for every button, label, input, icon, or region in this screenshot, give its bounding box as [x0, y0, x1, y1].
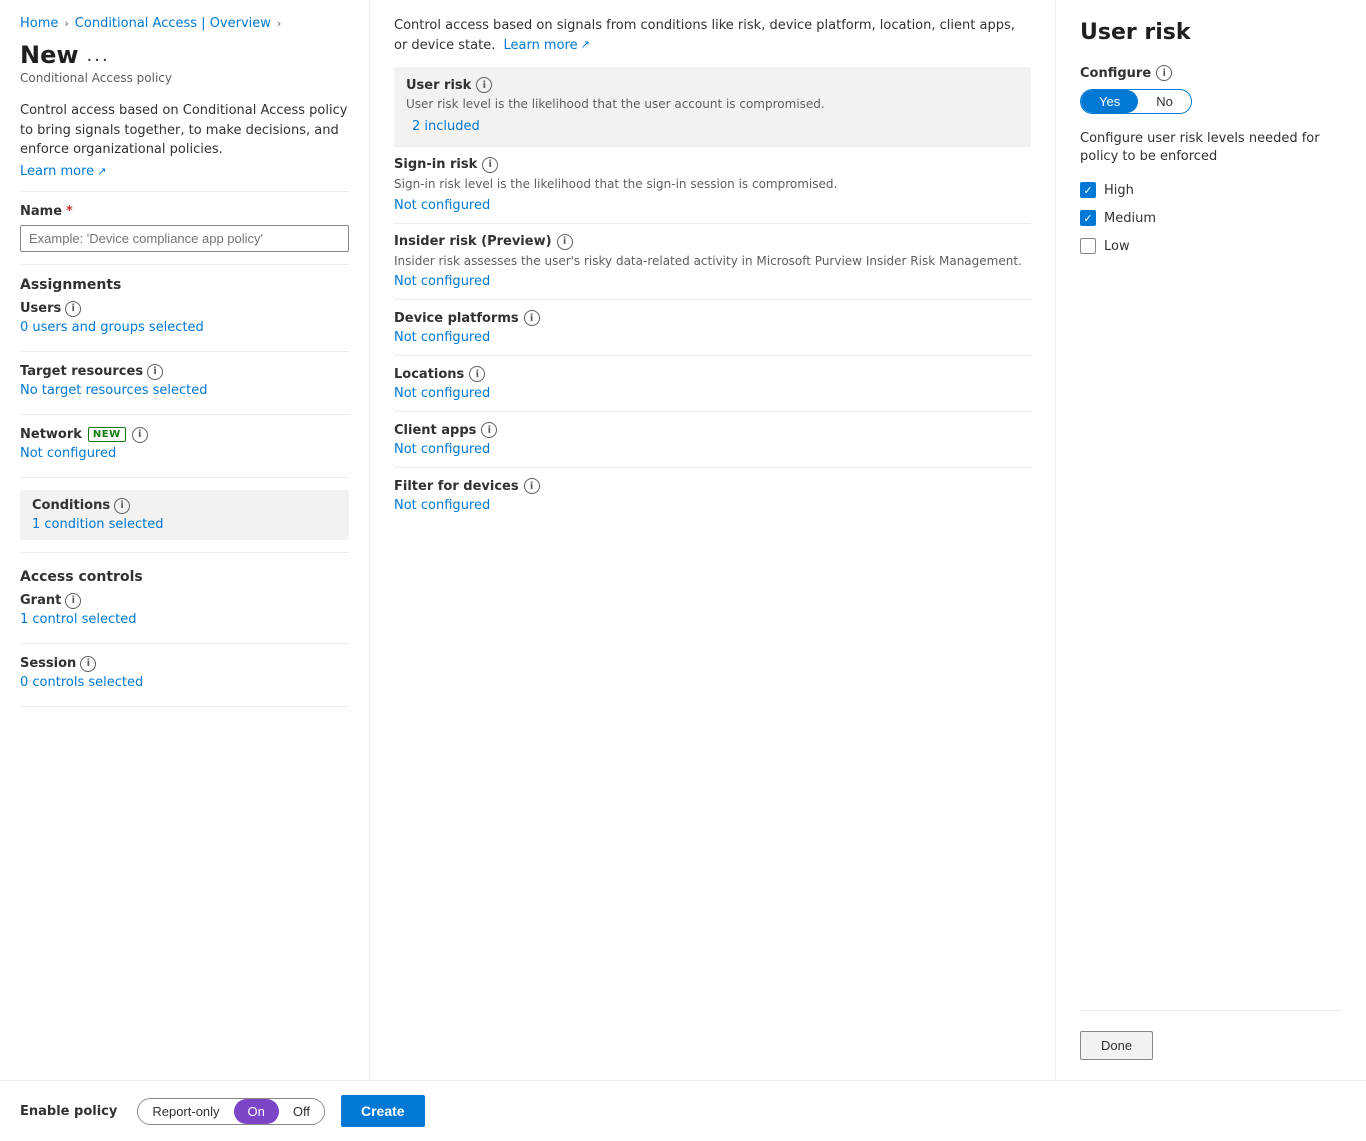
insider-risk-info-icon[interactable]: i [557, 234, 573, 250]
checkbox-low-label: Low [1104, 239, 1130, 254]
bottom-bar: Enable policy Report-only On Off Create [0, 1080, 1366, 1141]
on-button[interactable]: On [234, 1099, 279, 1124]
right-title: User risk [1080, 20, 1342, 45]
conditions-value[interactable]: 1 condition selected [32, 517, 164, 532]
assignments-heading: Assignments [20, 277, 349, 293]
checkbox-low[interactable]: Low [1080, 238, 1342, 254]
conditions-list: User risk i User risk level is the likel… [394, 67, 1031, 523]
left-description: Control access based on Conditional Acce… [20, 101, 349, 160]
breadcrumb-home[interactable]: Home [20, 16, 58, 31]
filter-devices-value[interactable]: Not configured [394, 498, 490, 513]
external-link-icon: ↗ [97, 165, 106, 178]
user-risk-desc: User risk level is the likelihood that t… [406, 96, 1019, 113]
condition-device-platforms[interactable]: Device platforms i Not configured [394, 300, 1031, 356]
client-apps-value[interactable]: Not configured [394, 442, 490, 457]
locations-value[interactable]: Not configured [394, 386, 490, 401]
page-subtitle: Conditional Access policy [20, 71, 349, 85]
right-panel: User risk Configure i Yes No Configure u… [1056, 0, 1366, 1080]
user-risk-value[interactable]: 2 included [406, 117, 486, 136]
target-resources-assignment: Target resources i No target resources s… [20, 364, 349, 398]
right-done-area: Done [1080, 1010, 1342, 1060]
condition-insider-risk[interactable]: Insider risk (Preview) i Insider risk as… [394, 224, 1031, 301]
left-learn-more[interactable]: Learn more ↗ [20, 164, 349, 179]
checkbox-high[interactable]: High [1080, 182, 1342, 198]
conditions-box[interactable]: Conditions i 1 condition selected [20, 490, 349, 540]
required-star: * [66, 204, 73, 219]
checkbox-high-label: High [1104, 183, 1134, 198]
users-info-icon[interactable]: i [65, 301, 81, 317]
session-value[interactable]: 0 controls selected [20, 675, 143, 690]
session-info-icon[interactable]: i [80, 656, 96, 672]
breadcrumb-sep2: › [277, 17, 281, 30]
breadcrumb-overview[interactable]: Conditional Access | Overview [75, 16, 271, 31]
checkbox-medium[interactable]: Medium [1080, 210, 1342, 226]
client-apps-info-icon[interactable]: i [481, 422, 497, 438]
session-assignment: Session i 0 controls selected [20, 656, 349, 690]
condition-locations[interactable]: Locations i Not configured [394, 356, 1031, 412]
configure-toggle-group: Yes No [1080, 89, 1192, 114]
insider-risk-desc: Insider risk assesses the user's risky d… [394, 253, 1031, 270]
configure-label: Configure i [1080, 65, 1342, 81]
condition-sign-in-risk[interactable]: Sign-in risk i Sign-in risk level is the… [394, 147, 1031, 224]
checkbox-high-box[interactable] [1080, 182, 1096, 198]
name-field-label: Name * [20, 204, 349, 219]
page-title: New [20, 41, 79, 69]
device-platforms-value[interactable]: Not configured [394, 330, 490, 345]
users-assignment: Users i 0 users and groups selected [20, 301, 349, 335]
configure-info-icon[interactable]: i [1156, 65, 1172, 81]
checkbox-medium-label: Medium [1104, 211, 1156, 226]
enable-policy-label: Enable policy [20, 1104, 117, 1119]
risk-level-checkboxes: High Medium Low [1080, 182, 1342, 266]
policy-toggle-group: Report-only On Off [137, 1098, 325, 1125]
create-button[interactable]: Create [341, 1095, 425, 1127]
grant-assignment: Grant i 1 control selected [20, 593, 349, 627]
condition-user-risk[interactable]: User risk i User risk level is the likel… [394, 67, 1031, 147]
configure-no-button[interactable]: No [1138, 90, 1191, 113]
report-only-button[interactable]: Report-only [138, 1099, 233, 1124]
configure-description: Configure user risk levels needed for po… [1080, 130, 1342, 166]
network-value[interactable]: Not configured [20, 446, 116, 461]
conditions-info-icon[interactable]: i [114, 498, 130, 514]
locations-info-icon[interactable]: i [469, 366, 485, 382]
condition-filter-devices[interactable]: Filter for devices i Not configured [394, 468, 1031, 523]
title-row: New ... [20, 41, 349, 69]
access-controls-heading: Access controls [20, 569, 349, 585]
grant-value[interactable]: 1 control selected [20, 612, 136, 627]
breadcrumb-sep1: › [64, 17, 68, 30]
checkbox-medium-box[interactable] [1080, 210, 1096, 226]
users-value[interactable]: 0 users and groups selected [20, 320, 204, 335]
grant-info-icon[interactable]: i [65, 593, 81, 609]
target-info-icon[interactable]: i [147, 364, 163, 380]
left-panel: Home › Conditional Access | Overview › N… [0, 0, 370, 1080]
more-options-button[interactable]: ... [87, 45, 110, 66]
user-risk-info-icon[interactable]: i [476, 77, 492, 93]
breadcrumb: Home › Conditional Access | Overview › [20, 16, 349, 31]
insider-risk-value[interactable]: Not configured [394, 274, 490, 289]
middle-learn-more[interactable]: Learn more ↗ [503, 36, 589, 56]
filter-devices-info-icon[interactable]: i [524, 478, 540, 494]
done-button[interactable]: Done [1080, 1031, 1153, 1060]
middle-description: Control access based on signals from con… [394, 16, 1031, 55]
configure-yes-button[interactable]: Yes [1081, 90, 1138, 113]
network-assignment: Network NEW i Not configured [20, 427, 349, 461]
network-info-icon[interactable]: i [132, 427, 148, 443]
target-value[interactable]: No target resources selected [20, 383, 207, 398]
condition-client-apps[interactable]: Client apps i Not configured [394, 412, 1031, 468]
sign-in-risk-desc: Sign-in risk level is the likelihood tha… [394, 176, 1031, 193]
policy-name-input[interactable] [20, 225, 349, 252]
off-button[interactable]: Off [279, 1099, 324, 1124]
checkbox-low-box[interactable] [1080, 238, 1096, 254]
sign-in-risk-value[interactable]: Not configured [394, 198, 490, 213]
sign-in-risk-info-icon[interactable]: i [482, 157, 498, 173]
device-platforms-info-icon[interactable]: i [524, 310, 540, 326]
network-new-badge: NEW [88, 427, 126, 442]
middle-external-icon: ↗ [581, 37, 590, 54]
middle-panel: Control access based on signals from con… [370, 0, 1056, 1080]
